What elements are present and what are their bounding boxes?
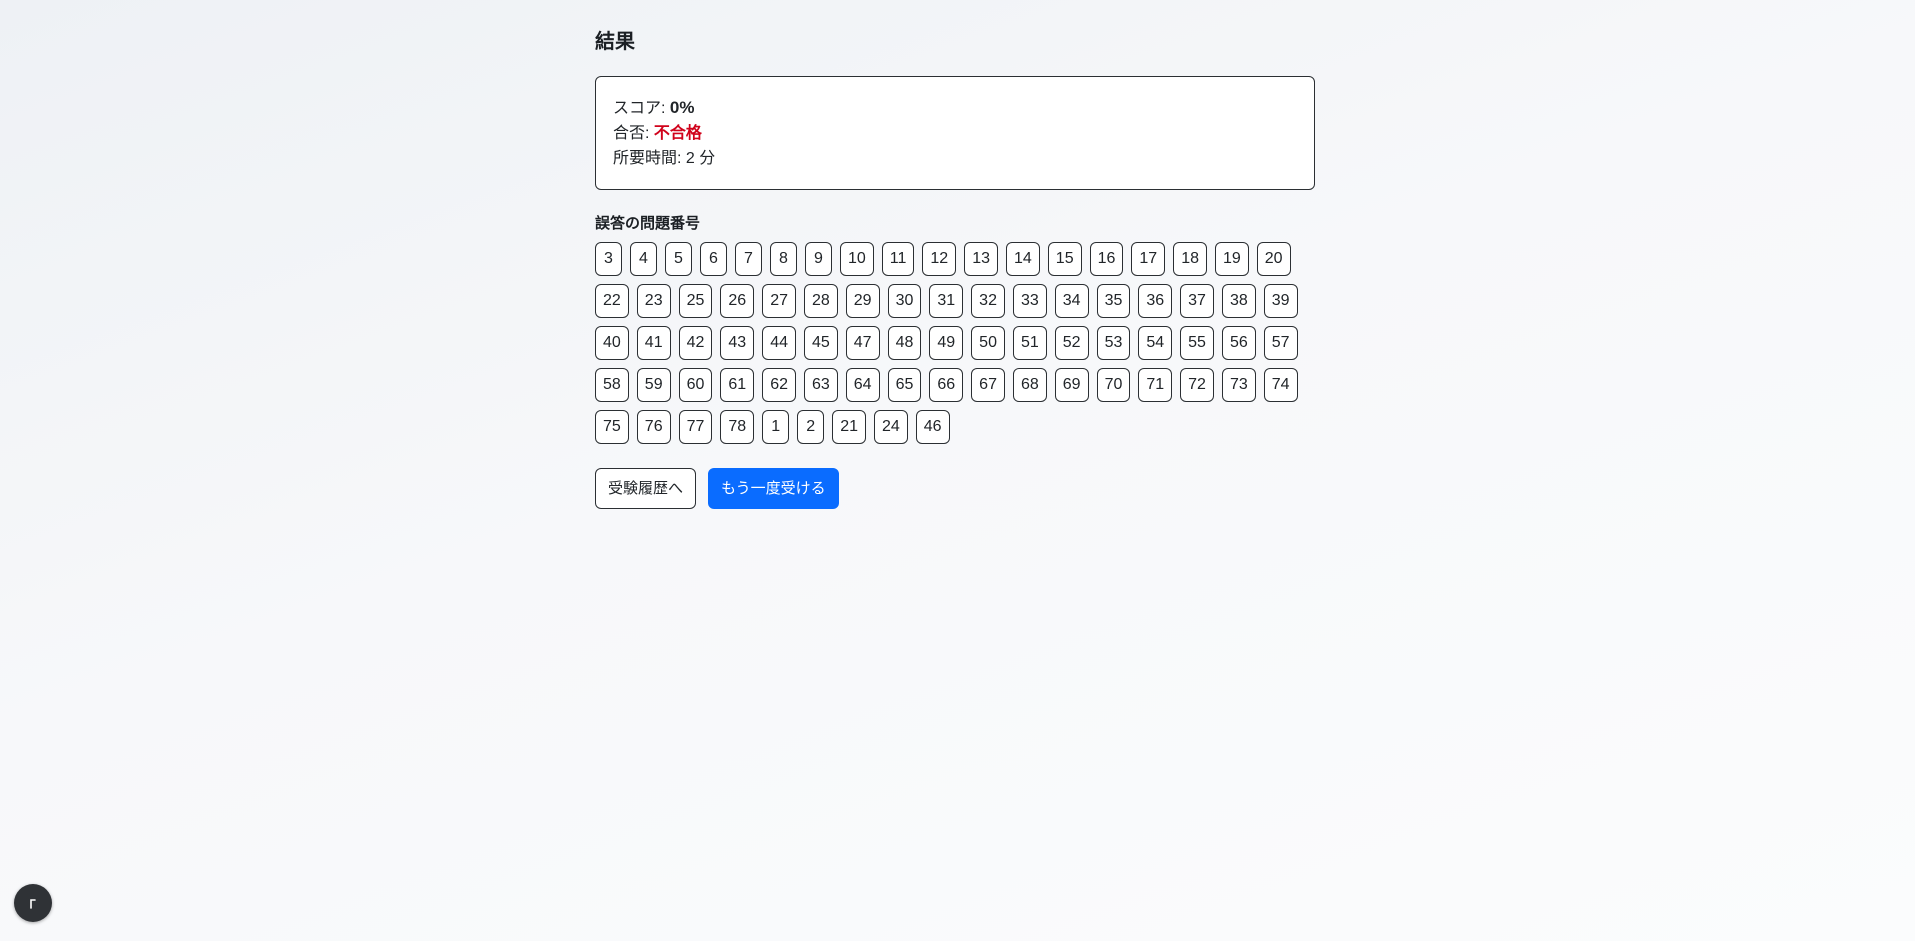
question-number-chip[interactable]: 58: [595, 368, 629, 402]
floating-action-button[interactable]: [14, 884, 52, 922]
question-number-chip[interactable]: 13: [964, 242, 998, 276]
question-number-chip[interactable]: 21: [832, 410, 866, 444]
question-number-chip[interactable]: 38: [1221, 284, 1256, 318]
question-number-chip[interactable]: 32: [971, 284, 1005, 318]
question-number-chip[interactable]: 15: [1047, 242, 1082, 276]
question-number-chip[interactable]: 43: [720, 326, 755, 360]
question-number-chip[interactable]: 53: [1096, 326, 1131, 360]
question-number-chip[interactable]: 56: [1221, 326, 1256, 360]
question-number-chip[interactable]: 73: [1221, 368, 1256, 402]
question-number-chip[interactable]: 4: [630, 242, 657, 276]
question-number-chip[interactable]: 20: [1256, 242, 1291, 276]
question-number-chip[interactable]: 75: [595, 410, 629, 444]
question-number-chip[interactable]: 70: [1096, 368, 1131, 402]
question-number-chip[interactable]: 2: [797, 410, 825, 444]
question-number-chip[interactable]: 74: [1263, 368, 1298, 402]
question-number-chip[interactable]: 6: [700, 242, 727, 276]
result-label: 合否:: [613, 125, 654, 142]
question-number-chip[interactable]: 3: [595, 242, 622, 276]
question-number-chip[interactable]: 29: [845, 284, 880, 318]
question-number-chip[interactable]: 11: [881, 242, 915, 276]
question-number-chip[interactable]: 19: [1214, 242, 1249, 276]
question-number-chip[interactable]: 63: [803, 368, 838, 402]
question-number-chip[interactable]: 9: [805, 242, 832, 276]
incorrect-question-list: 3 4 5 6 7 8 9 10 11 12 13 14 15 16 17 18 19 20 22 23 25 26 27 2…: [595, 242, 1319, 444]
question-number-chip[interactable]: 48: [887, 326, 922, 360]
question-number-chip[interactable]: 7: [735, 242, 762, 276]
question-number-chip[interactable]: 67: [971, 368, 1005, 402]
question-number-chip[interactable]: 69: [1054, 368, 1089, 402]
question-number-chip[interactable]: 76: [636, 410, 671, 444]
question-number-chip[interactable]: 31: [929, 284, 964, 318]
question-number-chip[interactable]: 46: [915, 410, 950, 444]
page-title: 結果: [595, 31, 635, 53]
question-number-chip[interactable]: 64: [845, 368, 880, 402]
question-number-chip[interactable]: 39: [1263, 284, 1298, 318]
question-number-chip[interactable]: 28: [803, 284, 838, 318]
question-number-chip[interactable]: 42: [678, 326, 713, 360]
question-number-chip[interactable]: 47: [845, 326, 880, 360]
question-number-chip[interactable]: 59: [636, 368, 671, 402]
time-label: 所要時間:: [613, 150, 686, 167]
question-number-chip[interactable]: 52: [1054, 326, 1089, 360]
question-number-chip[interactable]: 25: [678, 284, 713, 318]
question-number-chip[interactable]: 51: [1012, 326, 1047, 360]
question-number-chip[interactable]: 14: [1006, 242, 1040, 276]
question-number-chip[interactable]: 33: [1012, 284, 1047, 318]
question-number-chip[interactable]: 65: [887, 368, 922, 402]
question-number-chip[interactable]: 34: [1054, 284, 1089, 318]
question-number-chip[interactable]: 57: [1263, 326, 1298, 360]
question-number-chip[interactable]: 10: [840, 242, 874, 276]
question-number-chip[interactable]: 17: [1131, 242, 1166, 276]
question-number-chip[interactable]: 18: [1173, 242, 1207, 276]
question-number-chip[interactable]: 27: [762, 284, 796, 318]
action-bar: 受験履歴へ もう一度受ける: [595, 468, 839, 509]
question-number-chip[interactable]: 78: [720, 410, 755, 444]
time-line: 所要時間: 2 分: [613, 146, 1297, 171]
question-number-chip[interactable]: 5: [665, 242, 692, 276]
incorrect-section-title: 誤答の問題番号: [595, 215, 701, 232]
question-number-chip[interactable]: 44: [762, 326, 796, 360]
score-label: スコア:: [613, 100, 670, 117]
question-number-chip[interactable]: 1: [762, 410, 790, 444]
time-value: 2 分: [685, 150, 716, 167]
question-number-chip[interactable]: 55: [1180, 326, 1214, 360]
score-value: 0%: [669, 98, 695, 117]
question-number-chip[interactable]: 66: [929, 368, 964, 402]
question-number-chip[interactable]: 23: [636, 284, 671, 318]
question-number-chip[interactable]: 12: [922, 242, 957, 276]
result-value: 不合格: [653, 125, 702, 142]
question-number-chip[interactable]: 22: [595, 284, 629, 318]
history-button[interactable]: 受験履歴へ: [595, 468, 697, 509]
question-number-chip[interactable]: 61: [720, 368, 755, 402]
question-number-chip[interactable]: 71: [1138, 368, 1173, 402]
question-number-chip[interactable]: 30: [887, 284, 922, 318]
summary-card: スコア: 0% 合否: 不合格 所要時間: 2 分: [595, 76, 1315, 190]
question-number-chip[interactable]: 60: [678, 368, 713, 402]
question-number-chip[interactable]: 36: [1138, 284, 1173, 318]
question-number-chip[interactable]: 40: [595, 326, 629, 360]
question-number-chip[interactable]: 50: [971, 326, 1005, 360]
cursor-icon: [30, 899, 36, 909]
question-number-chip[interactable]: 45: [803, 326, 838, 360]
question-number-chip[interactable]: 49: [929, 326, 964, 360]
question-number-chip[interactable]: 54: [1138, 326, 1173, 360]
result-line: 合否: 不合格: [613, 121, 1297, 146]
question-number-chip[interactable]: 24: [873, 410, 908, 444]
retry-button[interactable]: もう一度受ける: [708, 468, 839, 509]
score-line: スコア: 0%: [613, 95, 1297, 121]
question-number-chip[interactable]: 72: [1180, 368, 1214, 402]
question-number-chip[interactable]: 26: [720, 284, 755, 318]
question-number-chip[interactable]: 35: [1096, 284, 1131, 318]
question-number-chip[interactable]: 16: [1089, 242, 1124, 276]
question-number-chip[interactable]: 8: [770, 242, 797, 276]
question-number-chip[interactable]: 68: [1012, 368, 1047, 402]
question-number-chip[interactable]: 41: [636, 326, 671, 360]
question-number-chip[interactable]: 37: [1180, 284, 1214, 318]
question-number-chip[interactable]: 62: [762, 368, 796, 402]
question-number-chip[interactable]: 77: [678, 410, 713, 444]
